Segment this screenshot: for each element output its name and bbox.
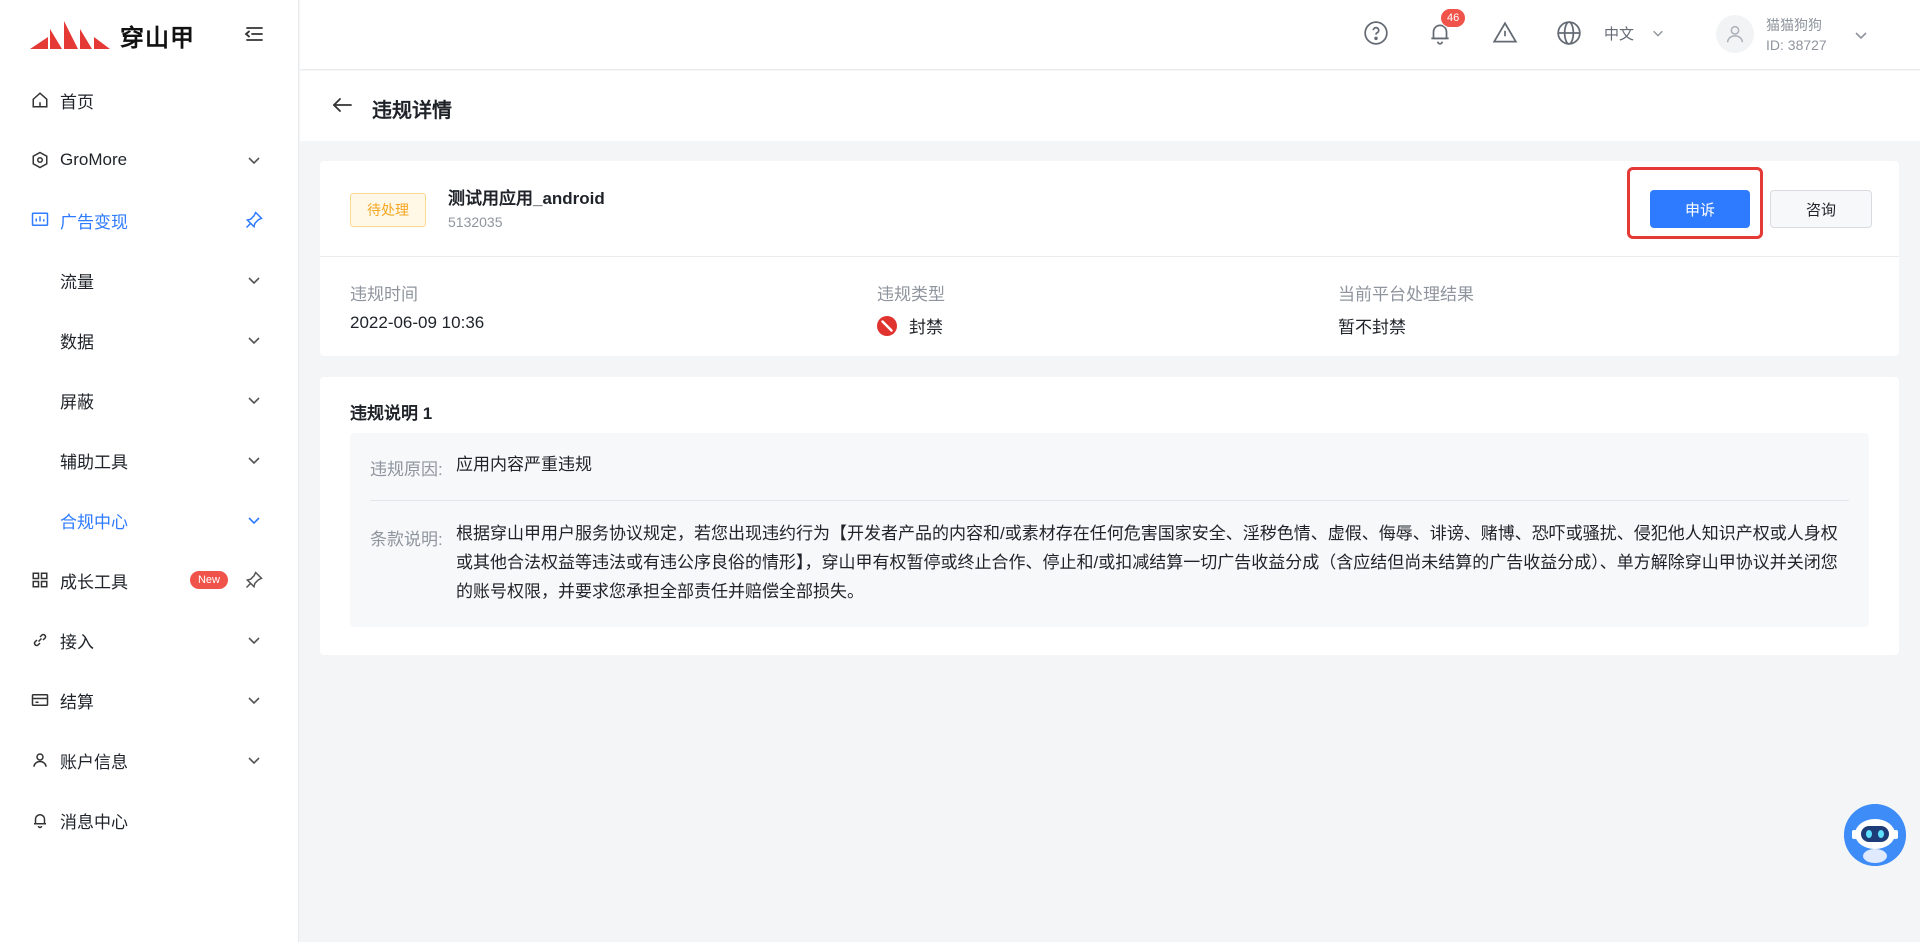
clause-value: 根据穿山甲用户服务协议规定，若您出现违约行为【开发者产品的内容和/或素材存在任何… bbox=[456, 524, 1838, 601]
divider bbox=[320, 256, 1899, 257]
sidebar-item-label: 数据 bbox=[60, 332, 94, 352]
sidebar-item-compliance[interactable]: 合规中心 bbox=[0, 490, 298, 550]
sidebar-item-label: 广告变现 bbox=[60, 212, 128, 232]
page-header: 违规详情 bbox=[300, 71, 1920, 141]
pin-icon[interactable] bbox=[244, 570, 264, 590]
sidebar-item-label: 接入 bbox=[60, 632, 94, 652]
pin-icon[interactable] bbox=[244, 210, 264, 230]
assistant-robot-button[interactable] bbox=[1844, 804, 1906, 866]
card-icon bbox=[30, 690, 50, 710]
clause-label: 条款说明: bbox=[370, 530, 443, 549]
appeal-button[interactable]: 申诉 bbox=[1650, 190, 1750, 228]
robot-icon bbox=[1844, 804, 1906, 866]
app-name: 测试用应用_android bbox=[448, 189, 605, 208]
link-icon bbox=[30, 630, 50, 650]
sidebar-item-tools[interactable]: 辅助工具 bbox=[0, 430, 298, 490]
logo-mark-icon bbox=[30, 21, 110, 49]
sidebar-item-data[interactable]: 数据 bbox=[0, 310, 298, 370]
sidebar-item-label: 合规中心 bbox=[60, 512, 128, 532]
sidebar-item-account[interactable]: 账户信息 bbox=[0, 730, 298, 790]
sidebar-item-label: 结算 bbox=[60, 692, 94, 712]
user-id: ID: 38727 bbox=[1766, 37, 1827, 53]
grid-icon bbox=[30, 570, 50, 590]
new-badge: New bbox=[189, 571, 228, 589]
chevron-down-icon bbox=[248, 157, 260, 165]
sidebar-item-traffic[interactable]: 流量 bbox=[0, 250, 298, 310]
home-icon bbox=[30, 90, 50, 110]
globe-icon[interactable] bbox=[1556, 20, 1582, 46]
sidebar-item-messages[interactable]: 消息中心 bbox=[0, 790, 298, 850]
sidebar-item-label: 首页 bbox=[60, 92, 94, 112]
chevron-down-icon bbox=[1653, 30, 1663, 37]
violation-type-value: 封禁 bbox=[909, 318, 943, 337]
ban-icon bbox=[877, 315, 897, 336]
explanation-box: 违规原因: 应用内容严重违规 条款说明: 根据穿山甲用户服务协议规定，若您出现违… bbox=[350, 433, 1869, 627]
chevron-down-icon bbox=[248, 697, 260, 705]
reason-label: 违规原因: bbox=[370, 460, 443, 479]
violation-explanation-card: 违规说明 1 违规原因: 应用内容严重违规 条款说明: 根据穿山甲用户服务协议规… bbox=[320, 377, 1899, 655]
chevron-down-icon bbox=[248, 637, 260, 645]
page-title: 违规详情 bbox=[372, 100, 452, 122]
app-id: 5132035 bbox=[448, 214, 503, 230]
sidebar-item-label: 成长工具 bbox=[60, 572, 128, 592]
sidebar-item-home[interactable]: 首页 bbox=[0, 70, 298, 130]
chart-icon bbox=[30, 210, 50, 230]
logo[interactable]: 穿山甲 bbox=[0, 0, 298, 70]
violation-type-label: 违规类型 bbox=[877, 285, 945, 304]
chevron-down-icon[interactable] bbox=[1853, 27, 1869, 43]
user-icon bbox=[30, 750, 50, 770]
sidebar-item-growth[interactable]: 成长工具 New bbox=[0, 550, 298, 610]
chevron-down-icon bbox=[248, 757, 260, 765]
chevron-down-icon bbox=[248, 457, 260, 465]
help-icon[interactable] bbox=[1363, 20, 1389, 46]
sidebar-item-settlement[interactable]: 结算 bbox=[0, 670, 298, 730]
sidebar-item-block[interactable]: 屏蔽 bbox=[0, 370, 298, 430]
violation-summary-card: 待处理 测试用应用_android 5132035 申诉 咨询 违规时间 202… bbox=[320, 161, 1899, 356]
chevron-down-icon bbox=[248, 397, 260, 405]
violation-time-label: 违规时间 bbox=[350, 285, 418, 304]
bell-icon bbox=[30, 810, 50, 830]
sidebar-item-label: 屏蔽 bbox=[60, 392, 94, 412]
sidebar-item-integration[interactable]: 接入 bbox=[0, 610, 298, 670]
back-arrow-icon[interactable] bbox=[330, 93, 354, 117]
chevron-down-icon bbox=[248, 277, 260, 285]
collapse-sidebar-icon[interactable] bbox=[242, 22, 266, 46]
consult-button[interactable]: 咨询 bbox=[1770, 190, 1872, 228]
warning-icon[interactable] bbox=[1492, 20, 1518, 46]
sidebar-item-gromore[interactable]: GroMore bbox=[0, 130, 298, 190]
sidebar-item-label: 账户信息 bbox=[60, 752, 128, 772]
language-select[interactable]: 中文 bbox=[1604, 23, 1634, 44]
platform-result-value: 暂不封禁 bbox=[1338, 318, 1406, 337]
chevron-down-icon bbox=[248, 337, 260, 345]
user-avatar-icon bbox=[1726, 25, 1744, 43]
brand-name: 穿山甲 bbox=[120, 24, 195, 52]
sidebar-item-label: 流量 bbox=[60, 272, 94, 292]
notification-count-badge: 46 bbox=[1440, 8, 1467, 28]
violation-time-value: 2022-06-09 10:36 bbox=[350, 313, 485, 332]
sidebar-item-label: GroMore bbox=[60, 150, 128, 169]
reason-value: 应用内容严重违规 bbox=[456, 455, 592, 474]
platform-result-label: 当前平台处理结果 bbox=[1338, 285, 1474, 304]
divider bbox=[370, 500, 1849, 501]
chevron-down-icon bbox=[248, 517, 260, 525]
gromore-icon bbox=[30, 150, 50, 170]
status-badge: 待处理 bbox=[350, 193, 426, 227]
sidebar-item-label: 消息中心 bbox=[60, 812, 128, 832]
avatar[interactable] bbox=[1716, 15, 1754, 53]
sidebar: 穿山甲 首页 GroMore 广告变现 流量 数据 屏蔽 辅助工具 合规中心 成… bbox=[0, 0, 299, 942]
top-header: 46 中文 猫猫狗狗 ID: 38727 bbox=[300, 0, 1920, 70]
section-title: 违规说明 1 bbox=[350, 404, 433, 423]
sidebar-item-label: 辅助工具 bbox=[60, 452, 128, 472]
sidebar-item-ad-monetization[interactable]: 广告变现 bbox=[0, 190, 298, 250]
violation-type: 封禁 bbox=[877, 313, 943, 338]
user-name[interactable]: 猫猫狗狗 bbox=[1766, 15, 1822, 35]
sidebar-menu: 首页 GroMore 广告变现 流量 数据 屏蔽 辅助工具 合规中心 成长工具 … bbox=[0, 70, 298, 850]
